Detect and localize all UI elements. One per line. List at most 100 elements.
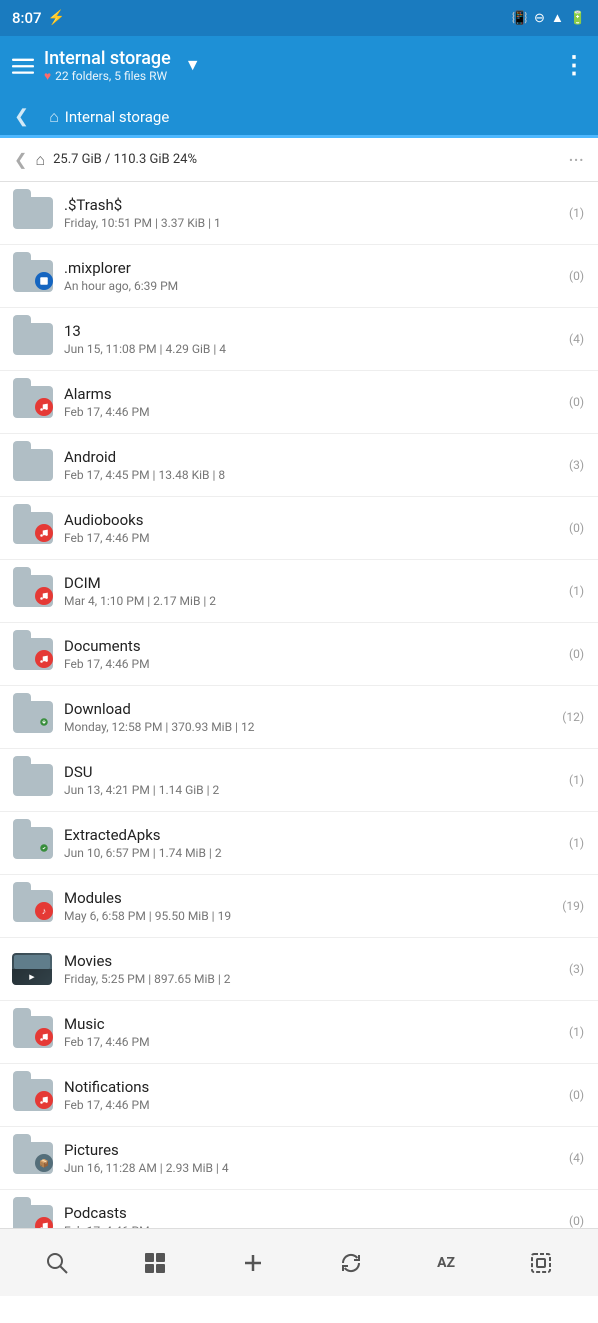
file-name: Movies bbox=[64, 952, 548, 970]
toolbar: Internal storage ♥ 22 folders, 5 files R… bbox=[0, 36, 598, 94]
file-count: (3) bbox=[556, 962, 584, 976]
status-bar: 8:07 ⚡ 📳 ⊖ ▲ 🔋 bbox=[0, 0, 598, 36]
file-count: (19) bbox=[556, 899, 584, 913]
breadcrumb-item[interactable]: ⌂ Internal storage bbox=[39, 99, 179, 138]
file-count: (3) bbox=[556, 458, 584, 472]
file-name: Audiobooks bbox=[64, 511, 548, 529]
file-meta: Feb 17, 4:45 PM | 13.48 KiB | 8 bbox=[64, 468, 548, 482]
minus-circle-icon: ⊖ bbox=[534, 11, 545, 26]
folder-icon bbox=[10, 1072, 56, 1118]
file-name: Music bbox=[64, 1015, 548, 1033]
folder-icon: ♪ bbox=[10, 883, 56, 929]
toolbar-left: Internal storage ♥ 22 folders, 5 files R… bbox=[12, 48, 562, 83]
file-item[interactable]: Music Feb 17, 4:46 PM (1) bbox=[0, 1001, 598, 1064]
file-item[interactable]: ExtractedApksJun 10, 6:57 PM | 1.74 MiB … bbox=[0, 812, 598, 875]
file-item[interactable]: DocumentsFeb 17, 4:46 PM(0) bbox=[0, 623, 598, 686]
file-meta: Jun 13, 4:21 PM | 1.14 GiB | 2 bbox=[64, 783, 548, 797]
storage-back-icon: ❮ bbox=[14, 150, 27, 169]
file-item[interactable]: 13Jun 15, 11:08 PM | 4.29 GiB | 4(4) bbox=[0, 308, 598, 371]
file-item[interactable]: 📦PicturesJun 16, 11:28 AM | 2.93 MiB | 4… bbox=[0, 1127, 598, 1190]
folder-icon bbox=[10, 505, 56, 551]
file-item[interactable]: Notifications Feb 17, 4:46 PM (0) bbox=[0, 1064, 598, 1127]
dropdown-arrow-icon[interactable]: ▼ bbox=[185, 55, 201, 75]
file-count: (4) bbox=[556, 1151, 584, 1165]
back-button[interactable]: ❮ bbox=[8, 98, 35, 135]
add-button[interactable] bbox=[229, 1243, 277, 1283]
file-name: Android bbox=[64, 448, 548, 466]
folder-icon bbox=[10, 568, 56, 614]
battery-icon: 🔋 bbox=[570, 11, 586, 26]
folder-icon bbox=[10, 1009, 56, 1055]
status-bar-right: 📳 ⊖ ▲ 🔋 bbox=[512, 10, 586, 26]
file-item[interactable]: DSU Jun 13, 4:21 PM | 1.14 GiB | 2 (1) bbox=[0, 749, 598, 812]
file-count: (1) bbox=[556, 773, 584, 787]
file-info: PicturesJun 16, 11:28 AM | 2.93 MiB | 4 bbox=[56, 1141, 556, 1175]
file-count: (1) bbox=[556, 1025, 584, 1039]
file-meta: Feb 17, 4:46 PM bbox=[64, 1098, 548, 1112]
file-meta: Friday, 5:25 PM | 897.65 MiB | 2 bbox=[64, 972, 548, 986]
file-count: (12) bbox=[556, 710, 584, 724]
file-info: DownloadMonday, 12:58 PM | 370.93 MiB | … bbox=[56, 700, 556, 734]
sort-button[interactable]: AZ bbox=[425, 1247, 467, 1279]
file-item[interactable]: ▶ Movies Friday, 5:25 PM | 897.65 MiB | 2… bbox=[0, 938, 598, 1001]
storage-info-bar: ❮ ⌂ 25.7 GiB / 110.3 GiB 24% ··· bbox=[0, 138, 598, 182]
more-options-button[interactable]: ⋮ bbox=[562, 51, 586, 79]
file-count: (1) bbox=[556, 836, 584, 850]
file-meta: Jun 15, 11:08 PM | 4.29 GiB | 4 bbox=[64, 342, 548, 356]
file-item[interactable]: DCIMMar 4, 1:10 PM | 2.17 MiB | 2(1) bbox=[0, 560, 598, 623]
refresh-button[interactable] bbox=[327, 1243, 375, 1283]
folder-icon: ▶ bbox=[10, 946, 56, 992]
storage-more-icon[interactable]: ··· bbox=[568, 148, 584, 172]
wifi-icon: ▲ bbox=[551, 10, 564, 26]
file-info: ModulesMay 6, 6:58 PM | 95.50 MiB | 19 bbox=[56, 889, 556, 923]
folder-icon bbox=[10, 820, 56, 866]
file-meta: An hour ago, 6:39 PM bbox=[64, 279, 548, 293]
file-info: DocumentsFeb 17, 4:46 PM bbox=[56, 637, 556, 671]
file-meta: Feb 17, 4:46 PM bbox=[64, 405, 548, 419]
file-count: (4) bbox=[556, 332, 584, 346]
file-name: Notifications bbox=[64, 1078, 548, 1096]
file-item[interactable]: DownloadMonday, 12:58 PM | 370.93 MiB | … bbox=[0, 686, 598, 749]
file-item[interactable]: ♪ModulesMay 6, 6:58 PM | 95.50 MiB | 19(… bbox=[0, 875, 598, 938]
file-meta: Feb 17, 4:46 PM bbox=[64, 1035, 548, 1049]
file-name: Pictures bbox=[64, 1141, 548, 1159]
file-name: DCIM bbox=[64, 574, 548, 592]
folder-icon bbox=[10, 379, 56, 425]
file-count: (0) bbox=[556, 1088, 584, 1102]
file-info: ExtractedApksJun 10, 6:57 PM | 1.74 MiB … bbox=[56, 826, 556, 860]
file-meta: May 6, 6:58 PM | 95.50 MiB | 19 bbox=[64, 909, 548, 923]
status-time: 8:07 bbox=[12, 9, 42, 27]
status-bar-left: 8:07 ⚡ bbox=[12, 9, 65, 27]
folder-icon bbox=[10, 253, 56, 299]
file-name: .mixplorer bbox=[64, 259, 548, 277]
file-item[interactable]: .mixplorer An hour ago, 6:39 PM (0) bbox=[0, 245, 598, 308]
file-item[interactable]: Android Feb 17, 4:45 PM | 13.48 KiB | 8 (3… bbox=[0, 434, 598, 497]
file-name: .$Trash$ bbox=[64, 196, 548, 214]
file-info: DCIM Mar 4, 1:10 PM | 2.17 MiB | 2 bbox=[56, 574, 556, 608]
file-count: (0) bbox=[556, 269, 584, 283]
vibrate-icon: 📳 bbox=[512, 11, 528, 26]
storage-text: 25.7 GiB / 110.3 GiB 24% bbox=[53, 152, 197, 167]
file-list: .$Trash$Friday, 10:51 PM | 3.37 KiB | 1 (… bbox=[0, 182, 598, 1323]
toolbar-title-area: Internal storage ♥ 22 folders, 5 files R… bbox=[44, 48, 171, 83]
hamburger-menu-button[interactable] bbox=[12, 53, 34, 78]
folder-icon: 📦 bbox=[10, 1135, 56, 1181]
file-info: 13Jun 15, 11:08 PM | 4.29 GiB | 4 bbox=[56, 322, 556, 356]
toolbar-subtitle: ♥ 22 folders, 5 files RW bbox=[44, 69, 171, 83]
file-name: DSU bbox=[64, 763, 548, 781]
grid-view-button[interactable] bbox=[131, 1243, 179, 1283]
folder-icon bbox=[10, 757, 56, 803]
file-item[interactable]: AlarmsFeb 17, 4:46 PM(0) bbox=[0, 371, 598, 434]
folder-icon bbox=[10, 316, 56, 362]
file-info: .$Trash$Friday, 10:51 PM | 3.37 KiB | 1 bbox=[56, 196, 556, 230]
file-info: AudiobooksFeb 17, 4:46 PM bbox=[56, 511, 556, 545]
folder-icon bbox=[10, 190, 56, 236]
file-item[interactable]: AudiobooksFeb 17, 4:46 PM(0) bbox=[0, 497, 598, 560]
file-item[interactable]: .$Trash$Friday, 10:51 PM | 3.37 KiB | 1(… bbox=[0, 182, 598, 245]
file-info: Movies Friday, 5:25 PM | 897.65 MiB | 2 bbox=[56, 952, 556, 986]
select-button[interactable] bbox=[517, 1243, 565, 1283]
file-meta: Mar 4, 1:10 PM | 2.17 MiB | 2 bbox=[64, 594, 548, 608]
file-name: Documents bbox=[64, 637, 548, 655]
file-info: Notifications Feb 17, 4:46 PM bbox=[56, 1078, 556, 1112]
search-button[interactable] bbox=[33, 1243, 81, 1283]
